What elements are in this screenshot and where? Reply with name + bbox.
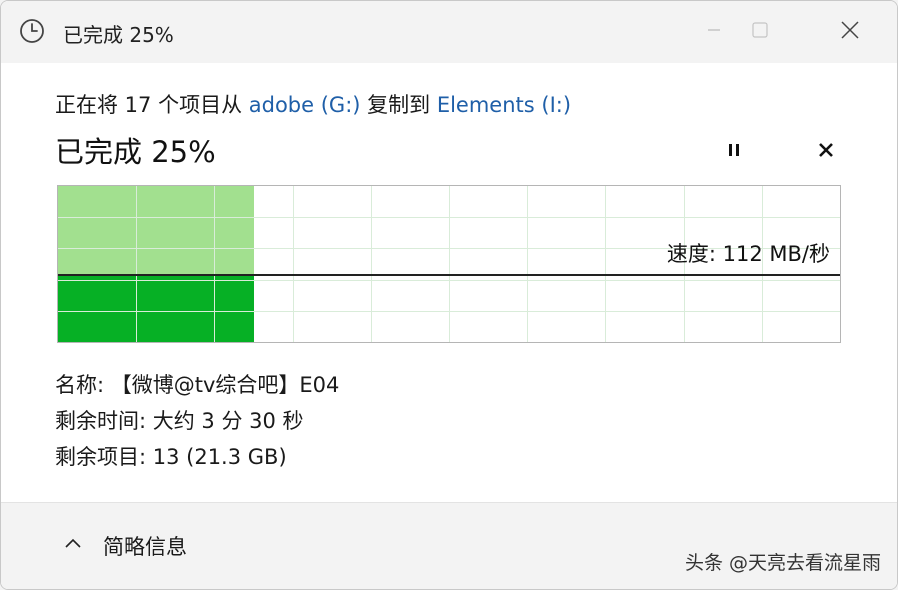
time-remaining: 剩余时间: 大约 3 分 30 秒 [55,409,304,433]
cancel-icon [818,142,834,162]
less-details-toggle[interactable]: 简略信息 [103,531,187,561]
watermark-text: 头条 @天亮去看流星雨 [684,552,881,574]
cancel-copy-button[interactable] [809,135,843,169]
copy-dialog-window: 已完成 25% 正在将 17 个项目从 adobe (G:) 复制到 Eleme… [0,0,898,590]
close-icon [840,20,860,44]
chevron-up-icon[interactable] [63,535,83,554]
source-link[interactable]: adobe (G:) [249,93,361,117]
dialog-content: 正在将 17 个项目从 adobe (G:) 复制到 Elements (I:)… [1,63,897,503]
grid-line-vertical [371,186,372,342]
grid-line-horizontal [58,311,840,312]
title-bar[interactable]: 已完成 25% [1,1,897,63]
minimize-button[interactable] [691,9,737,55]
dialog-footer: 简略信息 头条 @天亮去看流星雨 [1,502,897,589]
grid-line-vertical [449,186,450,342]
grid-line-horizontal [58,217,840,218]
copy-middle: 复制到 [360,93,437,117]
pause-button[interactable] [717,135,751,169]
window-title: 已完成 25% [63,23,174,47]
maximize-button[interactable] [737,9,783,55]
speed-label: 速度: 112 MB/秒 [666,242,830,266]
maximize-icon [751,21,769,43]
copy-description: 正在将 17 个项目从 adobe (G:) 复制到 Elements (I:) [55,89,571,119]
grid-line-horizontal [58,280,840,281]
file-name: 名称: 【微博@tv综合吧】E04 [55,373,340,397]
close-window-button[interactable] [827,9,873,55]
grid-line-vertical [136,186,137,342]
copy-prefix: 正在将 17 个项目从 [55,93,249,117]
minimize-icon [706,22,722,42]
pause-icon [726,142,742,162]
speed-line [58,274,840,276]
grid-line-vertical [214,186,215,342]
clock-icon [19,18,45,44]
grid-line-vertical [293,186,294,342]
percent-complete: 已完成 25% [55,135,216,169]
transfer-speed-graph: 速度: 112 MB/秒 [57,185,841,343]
items-remaining: 剩余项目: 13 (21.3 GB) [55,445,287,469]
progress-fill-light [58,186,254,274]
grid-line-vertical [605,186,606,342]
progress-fill-dark [58,274,254,342]
destination-link[interactable]: Elements (I:) [437,93,571,117]
grid-line-vertical [527,186,528,342]
